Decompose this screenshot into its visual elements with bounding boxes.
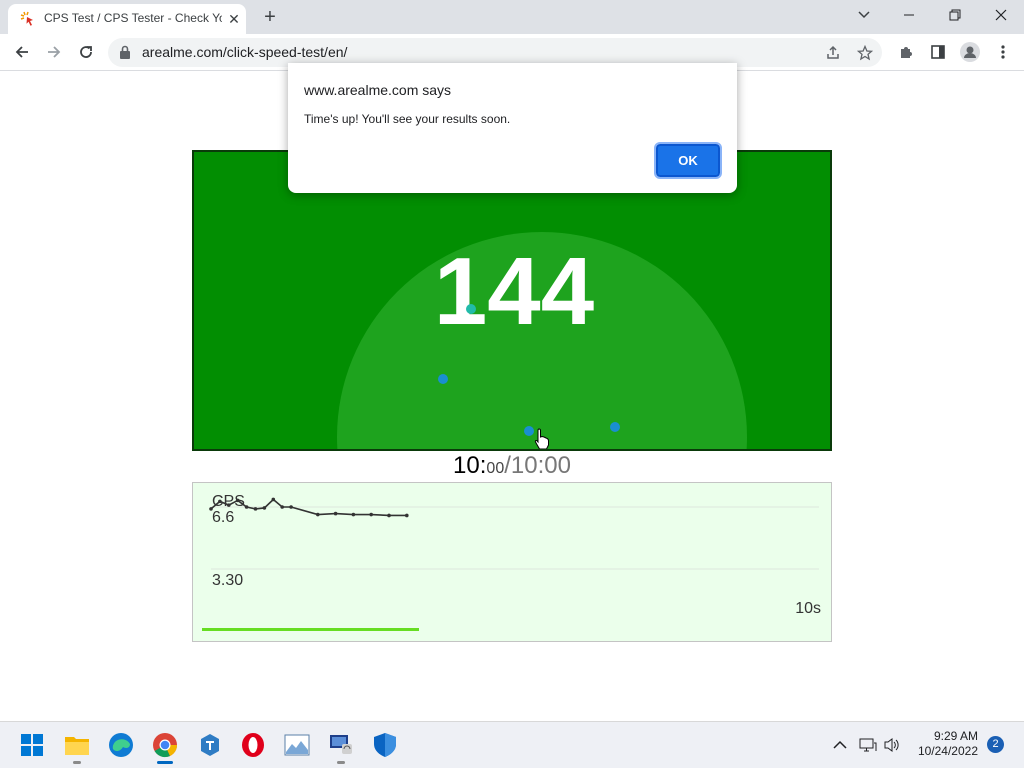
timer-current: 10: [453, 452, 487, 479]
active-indicator [157, 761, 173, 764]
cps-point [405, 513, 409, 518]
click-count: 144 [433, 238, 595, 345]
dialog-title: www.arealme.com says [304, 82, 452, 98]
chrome-icon[interactable] [151, 731, 179, 759]
time-progress-bar [202, 628, 419, 631]
remote-desktop-icon[interactable] [327, 731, 355, 759]
opera-icon[interactable] [239, 731, 267, 759]
file-explorer-icon[interactable] [63, 731, 91, 759]
photos-icon[interactable] [283, 731, 311, 759]
timer-current-fraction: 00 [486, 460, 505, 477]
timer-total: /10:00 [504, 452, 571, 479]
chevron-up-icon[interactable] [830, 735, 850, 755]
cps-top-value: 6.6 [212, 509, 235, 526]
back-icon[interactable] [9, 39, 35, 65]
cps-mid-value: 3.30 [212, 572, 244, 589]
cps-point [351, 512, 356, 517]
start-icon[interactable] [18, 731, 46, 759]
cursor-click-favicon-icon [20, 11, 33, 26]
defender-icon[interactable] [371, 731, 399, 759]
edge-icon[interactable] [107, 731, 135, 759]
new-tab-button[interactable]: + [258, 6, 282, 28]
cps-point [262, 506, 267, 510]
restore-icon[interactable] [932, 0, 978, 30]
running-indicator [337, 761, 345, 764]
share-icon[interactable] [822, 42, 844, 64]
cps-point [333, 511, 338, 516]
cps-point [316, 512, 320, 517]
teams-icon[interactable] [196, 731, 224, 759]
profile-avatar-icon[interactable] [959, 41, 981, 63]
extensions-puzzle-icon[interactable] [895, 41, 917, 63]
click-area[interactable]: 144 [192, 150, 832, 451]
click-ripple [466, 304, 476, 314]
tab-search-icon[interactable] [850, 3, 878, 27]
tab-title: CPS Test / CPS Tester - Check Yo [44, 11, 222, 25]
network-icon[interactable] [858, 735, 878, 755]
click-ripple [524, 426, 534, 436]
reload-icon[interactable] [73, 39, 99, 65]
cps-chart [209, 497, 819, 570]
minimize-icon[interactable] [886, 0, 932, 30]
cps-point [244, 505, 249, 509]
clock-date: 10/24/2022 [917, 744, 978, 758]
taskbar: 9:29 AM 10/24/2022 2 [0, 721, 1024, 768]
close-tab-icon[interactable]: ✕ [225, 10, 243, 28]
hand-pointer-icon [534, 428, 549, 449]
alert-dialog: www.arealme.com says Time's up! You'll s… [288, 63, 737, 193]
lock-icon [120, 45, 130, 59]
cps-point [280, 505, 284, 509]
side-panel-icon[interactable] [927, 41, 949, 63]
click-ripple [438, 374, 448, 384]
click-ripple [610, 422, 620, 432]
cps-time-label: 10s [795, 600, 821, 617]
cps-point [271, 497, 276, 502]
cps-chart-panel: CPS 6.6 3.30 10s [192, 482, 832, 642]
system-clock[interactable]: 9:29 AM 10/24/2022 [912, 729, 978, 759]
cps-point [289, 505, 293, 509]
forward-icon[interactable] [41, 39, 67, 65]
volume-icon[interactable] [882, 735, 902, 755]
running-indicator [73, 761, 81, 764]
dialog-message: Time's up! You'll see your results soon. [304, 112, 511, 126]
cps-point [253, 507, 258, 511]
timer: 10:00/10:00 [192, 452, 832, 480]
notification-badge[interactable]: 2 [987, 736, 1004, 753]
browser-tab[interactable]: CPS Test / CPS Tester - Check Yo ✕ [8, 4, 246, 34]
url-text: arealme.com/click-speed-test/en/ [142, 44, 348, 60]
menu-kebab-icon[interactable] [992, 41, 1014, 63]
cps-point [387, 513, 391, 518]
clock-time: 9:29 AM [933, 729, 978, 743]
close-window-icon[interactable] [978, 0, 1024, 30]
cps-point [369, 512, 373, 517]
ok-button[interactable]: OK [654, 142, 722, 179]
tab-strip: CPS Test / CPS Tester - Check Yo ✕ + [0, 0, 1024, 34]
bookmark-star-icon[interactable] [854, 42, 876, 64]
